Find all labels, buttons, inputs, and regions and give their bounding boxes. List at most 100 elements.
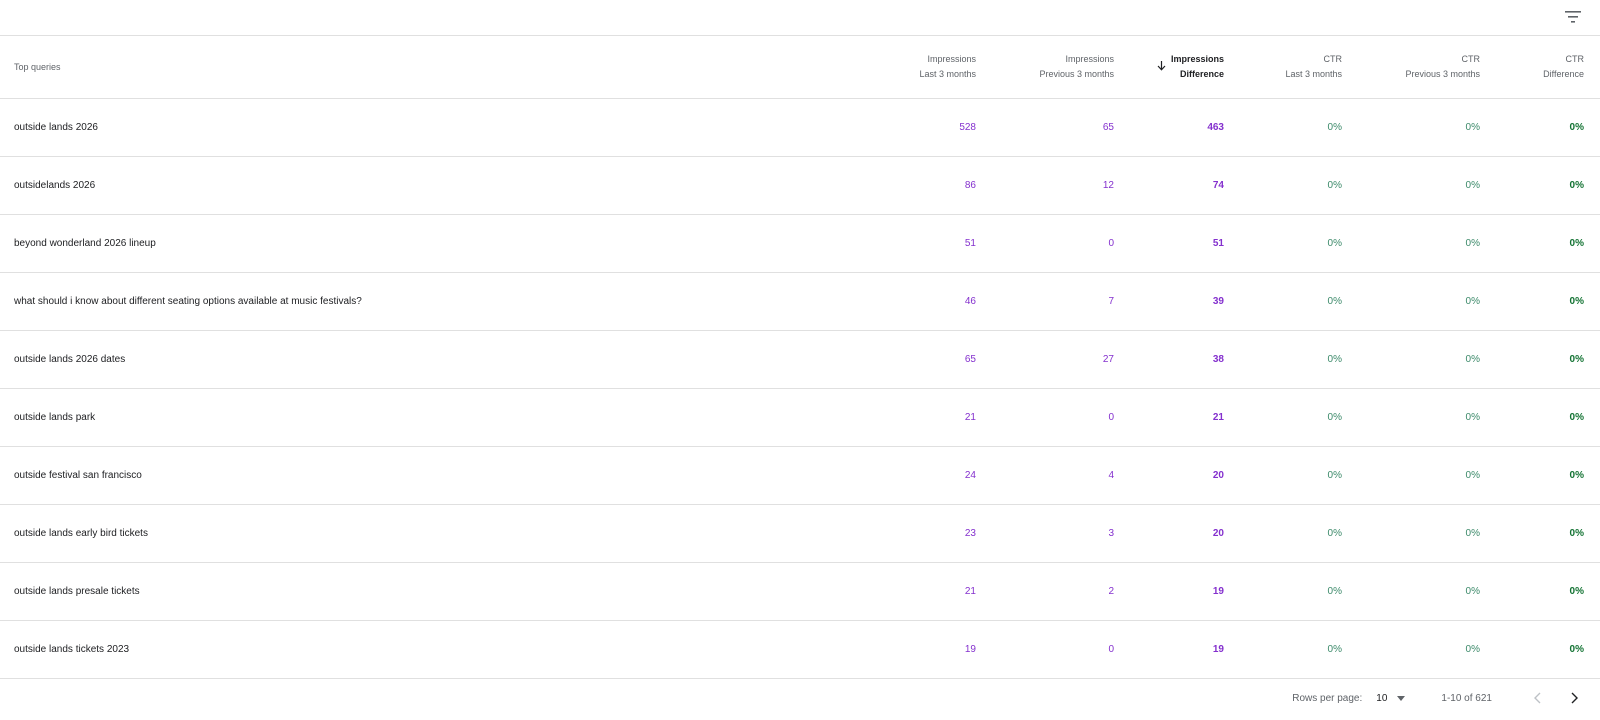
cell-ctr-previous: 0% xyxy=(1342,504,1480,563)
cell-value: 46 xyxy=(964,296,976,307)
cell-impressions-previous: 2 xyxy=(976,562,1114,621)
header-ctr-previous[interactable]: CTR Previous 3 months xyxy=(1342,36,1480,99)
rows-per-page-label: Rows per page: xyxy=(1292,692,1363,704)
header-label: CTR Last 3 months xyxy=(1285,54,1342,79)
cell-value: 0% xyxy=(1569,470,1584,481)
cell-value: 19 xyxy=(1212,644,1224,655)
cell-impressions-previous: 3 xyxy=(976,504,1114,563)
table-row[interactable]: outside lands early bird tickets 23 3 20 0% 0… xyxy=(0,504,1600,563)
table-row[interactable]: outside lands 2026 528 65 463 0% 0% 0% xyxy=(0,98,1600,157)
header-ctr-last[interactable]: CTR Last 3 months xyxy=(1224,36,1342,99)
cell-ctr-last: 0% xyxy=(1224,562,1342,621)
cell-value: 463 xyxy=(1207,122,1224,133)
cell-value: 0% xyxy=(1569,238,1584,249)
rows-per-page-select[interactable]: 10 xyxy=(1376,692,1406,704)
cell-ctr-difference: 0% xyxy=(1480,330,1600,389)
cell-value: 21 xyxy=(964,586,976,597)
cell-value: 21 xyxy=(1212,412,1224,423)
previous-page-button[interactable] xyxy=(1524,684,1552,712)
cell-query: outside lands 2026 xyxy=(0,98,840,157)
cell-impressions-difference: 39 xyxy=(1114,272,1224,331)
cell-value: 0 xyxy=(1108,412,1114,423)
header-top-queries[interactable]: Top queries xyxy=(0,36,840,99)
cell-ctr-difference: 0% xyxy=(1480,214,1600,273)
header-ctr-difference[interactable]: CTR Difference xyxy=(1480,36,1600,99)
cell-value: 0% xyxy=(1465,412,1480,423)
cell-ctr-difference: 0% xyxy=(1480,156,1600,215)
cell-value: 51 xyxy=(1212,238,1224,249)
cell-ctr-difference: 0% xyxy=(1480,98,1600,157)
table-row[interactable]: beyond wonderland 2026 lineup 51 0 51 0% 0% 0% xyxy=(0,214,1600,273)
cell-ctr-difference: 0% xyxy=(1480,446,1600,505)
cell-impressions-last: 21 xyxy=(840,562,976,621)
table-row[interactable]: outside lands presale tickets 21 2 19 0% 0% 0% xyxy=(0,562,1600,621)
chevron-left-icon xyxy=(1534,692,1541,704)
header-impressions-previous[interactable]: Impressions Previous 3 months xyxy=(976,36,1114,99)
cell-value: 0% xyxy=(1569,122,1584,133)
search-performance-page: Top queries Impressions Last 3 months Imp… xyxy=(0,0,1600,720)
table-row[interactable]: what should i know about different seati… xyxy=(0,272,1600,331)
table-row[interactable]: outside lands 2026 dates 65 27 38 0% 0% 0% xyxy=(0,330,1600,389)
header-impressions-last[interactable]: Impressions Last 3 months xyxy=(840,36,976,99)
cell-impressions-difference: 19 xyxy=(1114,620,1224,679)
table-row[interactable]: outside festival san francisco 24 4 20 0% 0% 0… xyxy=(0,446,1600,505)
cell-value: 20 xyxy=(1212,528,1224,539)
cell-ctr-last: 0% xyxy=(1224,388,1342,447)
cell-impressions-previous: 12 xyxy=(976,156,1114,215)
table-row[interactable]: outsidelands 2026 86 12 74 0% 0% 0% xyxy=(0,156,1600,215)
pagination-range: 1-10 of 621 xyxy=(1441,692,1492,704)
cell-value: 27 xyxy=(1102,354,1114,365)
filter-button[interactable] xyxy=(1558,2,1588,32)
rows-per-page-value: 10 xyxy=(1376,692,1388,704)
cell-impressions-previous: 0 xyxy=(976,388,1114,447)
cell-impressions-previous: 27 xyxy=(976,330,1114,389)
cell-ctr-previous: 0% xyxy=(1342,446,1480,505)
chevron-right-icon xyxy=(1571,692,1578,704)
cell-impressions-previous: 7 xyxy=(976,272,1114,331)
pagination: Rows per page: 10 1-10 of 621 xyxy=(0,676,1600,720)
cell-ctr-previous: 0% xyxy=(1342,214,1480,273)
header-impressions-difference[interactable]: Impressions Difference xyxy=(1114,36,1224,99)
cell-value: 3 xyxy=(1108,528,1114,539)
filter-icon xyxy=(1565,11,1581,23)
cell-value: 0% xyxy=(1569,586,1584,597)
cell-ctr-previous: 0% xyxy=(1342,388,1480,447)
cell-value: 0% xyxy=(1465,122,1480,133)
cell-value: 0 xyxy=(1108,238,1114,249)
cell-value: 0% xyxy=(1327,354,1342,365)
cell-impressions-difference: 19 xyxy=(1114,562,1224,621)
cell-value: 0% xyxy=(1569,644,1584,655)
cell-value: 0% xyxy=(1569,528,1584,539)
cell-value: 0% xyxy=(1465,180,1480,191)
next-page-button[interactable] xyxy=(1560,684,1588,712)
cell-value: 0% xyxy=(1465,586,1480,597)
table-row[interactable]: outside lands tickets 2023 19 0 19 0% 0% 0% xyxy=(0,620,1600,679)
cell-ctr-difference: 0% xyxy=(1480,620,1600,679)
cell-value: 0% xyxy=(1327,296,1342,307)
cell-value: 86 xyxy=(964,180,976,191)
cell-ctr-difference: 0% xyxy=(1480,504,1600,563)
cell-value: 0% xyxy=(1327,180,1342,191)
cell-impressions-last: 24 xyxy=(840,446,976,505)
cell-value: 0% xyxy=(1465,528,1480,539)
cell-impressions-last: 51 xyxy=(840,214,976,273)
table-toolbar xyxy=(0,0,1600,36)
table-row[interactable]: outside lands park 21 0 21 0% 0% 0% xyxy=(0,388,1600,447)
cell-ctr-difference: 0% xyxy=(1480,272,1600,331)
cell-impressions-last: 19 xyxy=(840,620,976,679)
cell-query: outsidelands 2026 xyxy=(0,156,840,215)
header-label: Top queries xyxy=(14,61,61,72)
caret-down-icon xyxy=(1397,695,1406,701)
cell-ctr-previous: 0% xyxy=(1342,156,1480,215)
cell-value: 0% xyxy=(1327,470,1342,481)
queries-table: Top queries Impressions Last 3 months Imp… xyxy=(0,36,1600,679)
cell-impressions-difference: 20 xyxy=(1114,446,1224,505)
cell-query: what should i know about different seati… xyxy=(0,272,840,331)
cell-impressions-previous: 4 xyxy=(976,446,1114,505)
header-label: Impressions Previous 3 months xyxy=(1039,54,1114,79)
cell-value: 0% xyxy=(1327,644,1342,655)
cell-ctr-difference: 0% xyxy=(1480,562,1600,621)
header-label: Impressions Last 3 months xyxy=(919,54,976,79)
cell-impressions-last: 65 xyxy=(840,330,976,389)
cell-ctr-last: 0% xyxy=(1224,504,1342,563)
